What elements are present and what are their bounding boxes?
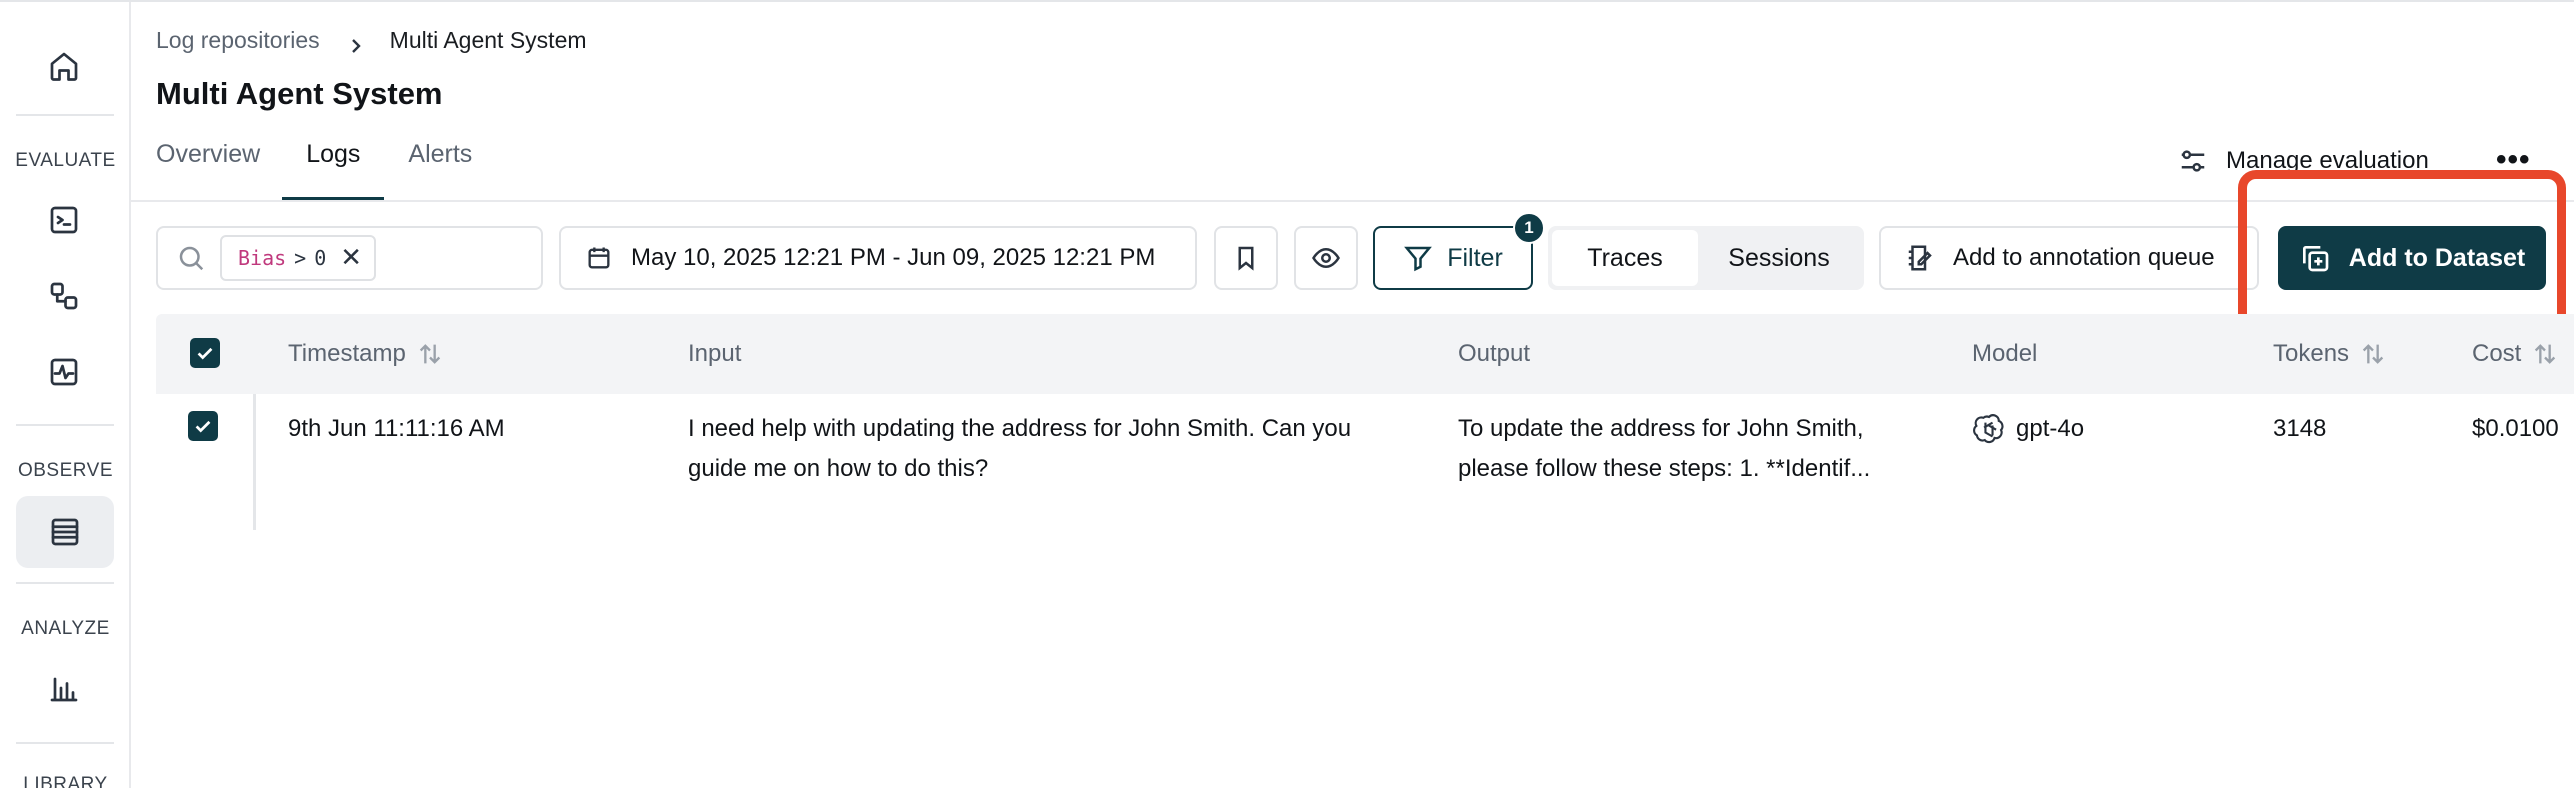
view-toggle: Traces Sessions xyxy=(1548,226,1864,290)
cell-tokens: 3148 xyxy=(2273,415,2327,442)
logs-table-icon[interactable] xyxy=(16,496,114,568)
filter-chip-key: Bias xyxy=(238,246,287,270)
table-header: Timestamp Input Output Model Tokens Cost xyxy=(156,314,2574,394)
section-label-analyze: ANALYZE xyxy=(21,618,110,639)
sidebar-divider xyxy=(16,582,114,584)
home-icon[interactable] xyxy=(34,36,94,96)
tab-alerts[interactable]: Alerts xyxy=(408,140,472,200)
tab-bar: Overview Logs Alerts xyxy=(156,140,522,200)
column-header-timestamp[interactable]: Timestamp xyxy=(288,314,444,394)
page-title: Multi Agent System xyxy=(156,76,443,111)
tab-overview[interactable]: Overview xyxy=(156,140,260,200)
tabs-divider xyxy=(131,200,2574,202)
filter-button[interactable]: Filter xyxy=(1373,226,1533,290)
select-all-checkbox[interactable] xyxy=(190,338,220,368)
cell-output-line: To update the address for John Smith, xyxy=(1458,415,1864,442)
add-to-annotation-queue-button[interactable]: Add to annotation queue xyxy=(1879,226,2259,290)
filter-chip-value: 0 xyxy=(314,246,327,270)
date-range-picker[interactable]: May 10, 2025 12:21 PM - Jun 09, 2025 12:… xyxy=(559,226,1197,290)
filter-chip[interactable]: Bias > 0 ✕ xyxy=(220,235,377,281)
filter-icon xyxy=(1404,246,1433,272)
column-header-output: Output xyxy=(1458,340,1531,367)
bookmark-button[interactable] xyxy=(1214,226,1278,290)
toggle-traces[interactable]: Traces xyxy=(1552,230,1698,286)
sidebar-divider xyxy=(16,114,114,116)
sliders-icon xyxy=(2181,150,2205,172)
sidebar-divider xyxy=(16,742,114,744)
terminal-icon[interactable] xyxy=(34,190,94,250)
sort-icon[interactable] xyxy=(2531,340,2559,368)
cell-timestamp: 9th Jun 11:11:16 AM xyxy=(288,415,505,442)
openai-icon xyxy=(1973,414,2004,444)
top-border xyxy=(0,0,2574,2)
bookmark-icon xyxy=(1238,246,1254,271)
workflow-icon[interactable] xyxy=(34,266,94,326)
cell-input: I need help with updating the address fo… xyxy=(688,409,1351,489)
date-range-label: May 10, 2025 12:21 PM - Jun 09, 2025 12:… xyxy=(631,244,1156,271)
filter-chip-operator: > xyxy=(294,246,307,270)
cell-model: gpt-4o xyxy=(1972,409,2084,449)
search-icon xyxy=(179,246,204,271)
breadcrumb-log-repositories[interactable]: Log repositories xyxy=(156,27,320,54)
tab-logs[interactable]: Logs xyxy=(282,140,385,200)
toggle-sessions[interactable]: Sessions xyxy=(1698,230,1860,286)
column-header-input: Input xyxy=(688,340,742,367)
cell-output: To update the address for John Smith, pl… xyxy=(1458,409,1870,489)
cell-output-line: please follow these steps: 1. **Identif.… xyxy=(1458,455,1871,482)
section-label-observe: OBSERVE xyxy=(17,460,114,481)
sidebar-divider xyxy=(16,424,114,426)
column-label-tokens: Tokens xyxy=(2273,340,2350,367)
sort-icon[interactable] xyxy=(416,340,444,368)
check-icon xyxy=(195,420,211,433)
add-to-dataset-label: Add to Dataset xyxy=(2348,243,2526,272)
manage-evaluation-label: Manage evaluation xyxy=(2226,147,2429,174)
check-icon xyxy=(197,347,213,360)
column-label-timestamp: Timestamp xyxy=(288,340,406,367)
chevron-right-icon xyxy=(348,33,364,53)
breadcrumb: Log repositories Multi Agent System xyxy=(156,27,587,54)
cell-input-line: I need help with updating the address fo… xyxy=(688,415,1352,442)
breadcrumb-current: Multi Agent System xyxy=(389,27,587,53)
row-checkbox[interactable] xyxy=(188,411,218,441)
bar-chart-icon[interactable] xyxy=(34,658,94,718)
copy-plus-icon xyxy=(2302,246,2329,272)
section-label-evaluate: EVALUATE xyxy=(15,150,116,171)
manage-evaluation-button[interactable]: Manage evaluation xyxy=(2178,146,2429,176)
column-header-cost[interactable]: Cost xyxy=(2472,314,2559,394)
filter-count-badge: 1 xyxy=(1513,212,1545,244)
cell-input-line: guide me on how to do this? xyxy=(688,455,989,482)
sidebar: EVALUATE OBSERVE ANALYZE LIBRARY xyxy=(0,2,131,788)
column-visibility-button[interactable] xyxy=(1294,226,1358,290)
column-header-model: Model xyxy=(1972,340,2038,367)
more-options-icon[interactable]: ••• xyxy=(2496,145,2531,175)
search-input[interactable]: Bias > 0 ✕ xyxy=(156,226,543,290)
model-name: gpt-4o xyxy=(2016,415,2085,442)
checkbox-column-divider xyxy=(253,394,256,530)
column-header-tokens[interactable]: Tokens xyxy=(2273,314,2387,394)
close-icon[interactable]: ✕ xyxy=(340,243,362,273)
eye-icon xyxy=(1312,247,1340,269)
column-label-cost: Cost xyxy=(2472,340,2522,367)
filter-label: Filter xyxy=(1447,243,1503,272)
activity-icon[interactable] xyxy=(34,342,94,402)
sort-icon[interactable] xyxy=(2359,340,2387,368)
section-label-library: LIBRARY xyxy=(23,774,108,788)
cell-cost: $0.0100 xyxy=(2472,415,2559,442)
add-to-dataset-button[interactable]: Add to Dataset xyxy=(2278,226,2546,290)
annotation-queue-label: Add to annotation queue xyxy=(1953,244,2215,271)
notebook-pen-icon xyxy=(1908,245,1932,271)
calendar-icon xyxy=(588,247,610,269)
